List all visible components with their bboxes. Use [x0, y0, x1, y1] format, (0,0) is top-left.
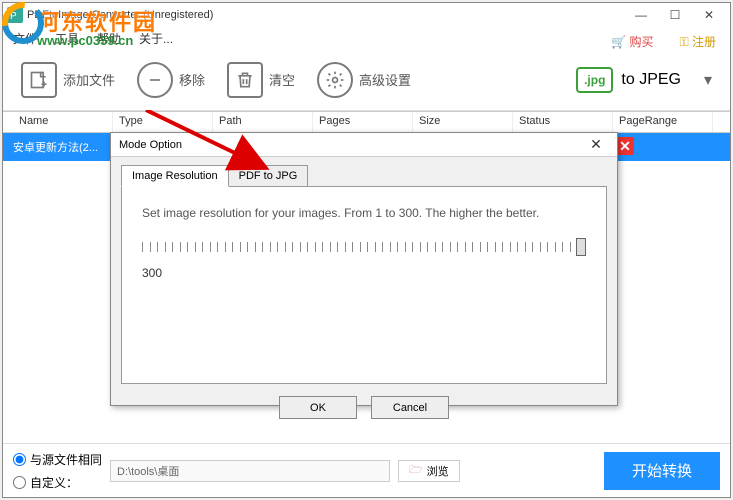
close-button[interactable]: ✕ [692, 4, 726, 26]
th-name[interactable]: Name [13, 112, 113, 132]
resolution-value: 300 [142, 266, 586, 280]
th-path[interactable]: Path [213, 112, 313, 132]
remove-label: 移除 [179, 70, 205, 89]
browse-button[interactable]: 🗁浏览 [398, 460, 460, 482]
maximize-button[interactable]: ☐ [658, 4, 692, 26]
register-link[interactable]: ⚿ 注册 [680, 33, 717, 50]
pdf-plus-icon [21, 62, 57, 98]
format-badge: .jpg [576, 67, 613, 93]
advanced-button[interactable]: 高级设置 [309, 56, 419, 104]
tab-pdf-to-jpg[interactable]: PDF to JPG [228, 165, 309, 187]
th-pages[interactable]: Pages [313, 112, 413, 132]
radio-custom[interactable]: 自定义： [13, 474, 102, 491]
dialog-tabs: Image Resolution PDF to JPG [121, 165, 607, 187]
advanced-label: 高级设置 [359, 70, 411, 89]
row-delete-button[interactable]: ✕ [616, 137, 634, 155]
svg-text:P: P [10, 11, 17, 22]
resolution-slider[interactable]: 300 [142, 238, 586, 280]
dialog-title: Mode Option [119, 139, 182, 151]
remove-button[interactable]: 移除 [129, 56, 213, 104]
window-title: PDFtoImage Converter (Unregistered) [27, 9, 213, 21]
cancel-button[interactable]: Cancel [371, 396, 449, 419]
dialog-close-button[interactable]: ✕ [583, 136, 609, 153]
tab-pane: Set image resolution for your images. Fr… [121, 186, 607, 384]
th-status[interactable]: Status [513, 112, 613, 132]
mode-option-dialog: Mode Option ✕ Image Resolution PDF to JP… [110, 132, 618, 406]
header-links: 🛒 购买 ⚿ 注册 [611, 33, 716, 50]
radio-same-as-source[interactable]: 与源文件相同 [13, 451, 102, 468]
menu-about[interactable]: 关于... [139, 30, 173, 47]
add-file-button[interactable]: 添加文件 [13, 56, 123, 104]
row-name: 安卓更新方法(2... [13, 139, 98, 155]
th-range[interactable]: PageRange [613, 112, 713, 132]
add-file-label: 添加文件 [63, 70, 115, 89]
minimize-button[interactable]: — [624, 4, 658, 26]
th-size[interactable]: Size [413, 112, 513, 132]
folder-icon: 🗁 [409, 461, 423, 480]
titlebar: P PDFtoImage Converter (Unregistered) — … [3, 3, 730, 27]
minus-icon [137, 62, 173, 98]
dialog-titlebar: Mode Option ✕ [111, 133, 617, 157]
toolbar: 添加文件 移除 清空 高级设置 .jpg to JPEG ▾ [3, 49, 730, 111]
gear-icon [317, 62, 353, 98]
ok-button[interactable]: OK [279, 396, 357, 419]
buy-link[interactable]: 🛒 购买 [611, 33, 653, 50]
slider-thumb-icon[interactable] [576, 238, 586, 256]
resolution-description: Set image resolution for your images. Fr… [142, 205, 586, 222]
format-label: to JPEG [621, 71, 681, 89]
menu-file[interactable]: 文件 [13, 30, 37, 47]
bottom-bar: 与源文件相同 自定义： 🗁浏览 开始转换 [3, 443, 730, 497]
key-icon: ⚿ [680, 35, 689, 49]
output-path-input[interactable] [110, 460, 390, 482]
menu-tools[interactable]: 工具 [55, 30, 79, 47]
menu-help[interactable]: 帮助 [97, 30, 121, 47]
cart-icon: 🛒 [611, 35, 626, 49]
table-header: Name Type Path Pages Size Status PageRan… [3, 111, 730, 133]
convert-button[interactable]: 开始转换 [604, 452, 720, 490]
app-icon: P [7, 7, 23, 23]
trash-icon [227, 62, 263, 98]
clear-button[interactable]: 清空 [219, 56, 303, 104]
clear-label: 清空 [269, 70, 295, 89]
th-type[interactable]: Type [113, 112, 213, 132]
tab-image-resolution[interactable]: Image Resolution [121, 165, 229, 187]
format-dropdown-arrow[interactable]: ▾ [696, 70, 720, 90]
format-selector[interactable]: .jpg to JPEG [567, 62, 690, 98]
